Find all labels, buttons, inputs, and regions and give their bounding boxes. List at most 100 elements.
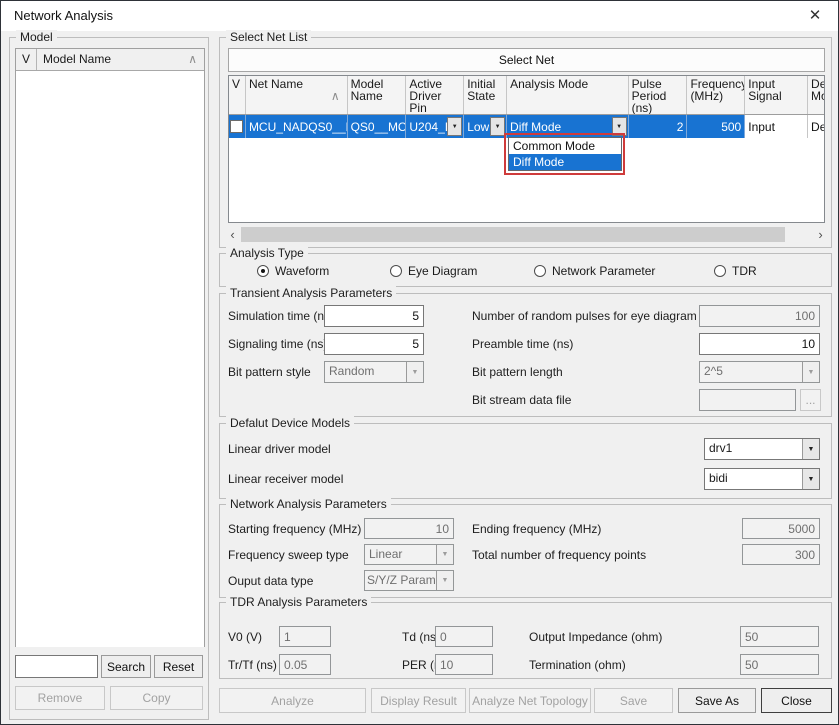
- per-input: [435, 654, 493, 675]
- scroll-right-icon[interactable]: ›: [812, 226, 829, 243]
- reset-button[interactable]: Reset: [154, 655, 203, 678]
- frequency-sweep-type-combo: Linear ▼: [364, 544, 454, 565]
- model-check-column-header[interactable]: V: [16, 49, 37, 70]
- dropdown-option-common-mode[interactable]: Common Mode: [509, 138, 621, 154]
- row-default-model-cell[interactable]: Default: [808, 115, 824, 138]
- transient-params-group-label: Transient Analysis Parameters: [226, 286, 396, 300]
- td-input: [435, 626, 493, 647]
- analyze-net-topology-button: Analyze Net Topology: [469, 688, 591, 713]
- v0-input: [279, 626, 331, 647]
- model-name-column-header[interactable]: Model Name ∧: [37, 49, 204, 70]
- network-params-group-label: Network Analysis Parameters: [226, 497, 391, 511]
- starting-frequency-label: Starting frequency (MHz): [228, 522, 361, 536]
- column-header-input-signal[interactable]: Input Signal: [745, 76, 808, 114]
- chevron-down-icon: ▼: [406, 362, 423, 382]
- bit-pattern-length-label: Bit pattern length: [472, 365, 563, 379]
- scroll-left-icon[interactable]: ‹: [224, 226, 241, 243]
- chevron-down-icon: ▼: [452, 124, 458, 130]
- column-header-model-name[interactable]: Model Name: [348, 76, 407, 114]
- model-group-label: Model: [16, 30, 57, 44]
- model-group: Model V Model Name ∧ Search Reset Remove…: [9, 37, 209, 720]
- output-impedance-label: Output Impedance (ohm): [529, 630, 662, 644]
- output-impedance-input: [740, 626, 819, 647]
- row-check-cell[interactable]: [229, 115, 246, 138]
- bit-pattern-length-combo: 2^5 ▼: [699, 361, 820, 383]
- chevron-down-icon: ▼: [802, 362, 819, 382]
- row-analysis-mode-cell[interactable]: Diff Mode ▼: [507, 115, 629, 138]
- net-table-row[interactable]: MCU_NADQS0__M QS0__MCU U204_I ▼ Low ▼ Di…: [229, 115, 824, 138]
- row-initial-state-cell[interactable]: Low ▼: [464, 115, 507, 138]
- row-input-signal-cell[interactable]: Input: [745, 115, 808, 138]
- frequency-sweep-type-label: Frequency sweep type: [228, 548, 349, 562]
- radio-waveform-label: Waveform: [275, 264, 329, 278]
- column-header-analysis-mode[interactable]: Analysis Mode: [507, 76, 629, 114]
- linear-driver-model-label: Linear driver model: [228, 442, 331, 456]
- save-as-button[interactable]: Save As: [678, 688, 756, 713]
- analyze-button: Analyze: [219, 688, 366, 713]
- linear-receiver-model-label: Linear receiver model: [228, 472, 343, 486]
- tdr-params-group-label: TDR Analysis Parameters: [226, 595, 371, 609]
- column-header-default-model[interactable]: Default Model: [808, 76, 824, 114]
- initial-state-dropdown-button[interactable]: ▼: [490, 117, 505, 136]
- network-params-group: Network Analysis Parameters Starting fre…: [219, 504, 832, 598]
- net-table-horizontal-scrollbar[interactable]: ‹ ›: [224, 226, 829, 243]
- title-bar: Network Analysis ✕: [1, 1, 838, 31]
- preamble-time-input[interactable]: [699, 333, 820, 355]
- starting-frequency-input: [364, 518, 454, 539]
- active-driver-pin-value: U204_I: [409, 120, 447, 134]
- model-list: V Model Name ∧: [15, 48, 205, 647]
- radio-tdr[interactable]: TDR: [714, 263, 757, 279]
- row-net-name-cell[interactable]: MCU_NADQS0__M: [246, 115, 348, 138]
- select-net-button[interactable]: Select Net: [228, 48, 825, 72]
- scrollbar-thumb[interactable]: [241, 227, 785, 242]
- close-icon[interactable]: ✕: [805, 6, 825, 26]
- column-header-active-driver-pin[interactable]: Active Driver Pin: [406, 76, 464, 114]
- tr-tf-input: [279, 654, 331, 675]
- output-data-type-combo: S/Y/Z Parameter ▼: [364, 570, 454, 591]
- row-checkbox[interactable]: [230, 120, 243, 133]
- radio-network-parameter[interactable]: Network Parameter: [534, 263, 655, 279]
- model-list-body: [16, 71, 204, 647]
- active-driver-pin-dropdown-button[interactable]: ▼: [447, 117, 462, 136]
- copy-button: Copy: [110, 686, 203, 710]
- dropdown-option-diff-mode[interactable]: Diff Mode: [509, 154, 621, 170]
- sort-ascending-icon: ∧: [188, 52, 197, 66]
- row-frequency-cell[interactable]: 500: [687, 115, 745, 138]
- row-pulse-period-cell[interactable]: 2: [629, 115, 688, 138]
- frequency-sweep-type-value: Linear: [365, 545, 436, 564]
- output-data-type-value: S/Y/Z Parameter: [365, 571, 436, 590]
- net-table-header: V Net Name ∧ Model Name Active Driver Pi…: [229, 76, 824, 115]
- row-model-name-cell[interactable]: QS0__MCU: [348, 115, 407, 138]
- random-pulses-input: [699, 305, 820, 327]
- column-header-frequency[interactable]: Frequency (MHz): [687, 76, 745, 114]
- radio-eye-diagram[interactable]: Eye Diagram: [390, 263, 477, 279]
- close-button[interactable]: Close: [761, 688, 832, 713]
- simulation-time-label: Simulation time (ns): [228, 309, 334, 323]
- search-button[interactable]: Search: [101, 655, 151, 678]
- radio-waveform[interactable]: Waveform: [257, 263, 329, 279]
- bit-pattern-style-label: Bit pattern style: [228, 365, 311, 379]
- column-header-initial-state[interactable]: Initial State: [464, 76, 507, 114]
- column-header-pulse-period[interactable]: Pulse Period (ns): [629, 76, 688, 114]
- bit-stream-file-label: Bit stream data file: [472, 393, 571, 407]
- random-pulses-label: Number of random pulses for eye diagram: [472, 309, 697, 323]
- analysis-type-group: Analysis Type Waveform Eye Diagram Netwo…: [219, 253, 832, 287]
- analysis-mode-dropdown-button[interactable]: ▼: [612, 117, 627, 136]
- model-search-input[interactable]: [15, 655, 98, 678]
- tr-tf-label: Tr/Tf (ns): [228, 658, 277, 672]
- display-result-button: Display Result: [371, 688, 466, 713]
- model-name-column-label: Model Name: [43, 52, 111, 66]
- column-header-net-name[interactable]: Net Name ∧: [246, 76, 348, 114]
- save-button: Save: [594, 688, 673, 713]
- bit-pattern-length-value: 2^5: [700, 362, 802, 382]
- linear-receiver-model-combo[interactable]: bidi ▼: [704, 468, 820, 490]
- column-header-check[interactable]: V: [229, 76, 246, 114]
- radio-icon: [390, 265, 402, 277]
- linear-driver-model-combo[interactable]: drv1 ▼: [704, 438, 820, 460]
- initial-state-value: Low: [467, 120, 489, 134]
- row-active-driver-pin-cell[interactable]: U204_I ▼: [406, 115, 464, 138]
- bit-pattern-style-value: Random: [325, 362, 406, 382]
- signaling-time-input[interactable]: [324, 333, 424, 355]
- simulation-time-input[interactable]: [324, 305, 424, 327]
- device-models-group: Defalut Device Models Linear driver mode…: [219, 423, 832, 499]
